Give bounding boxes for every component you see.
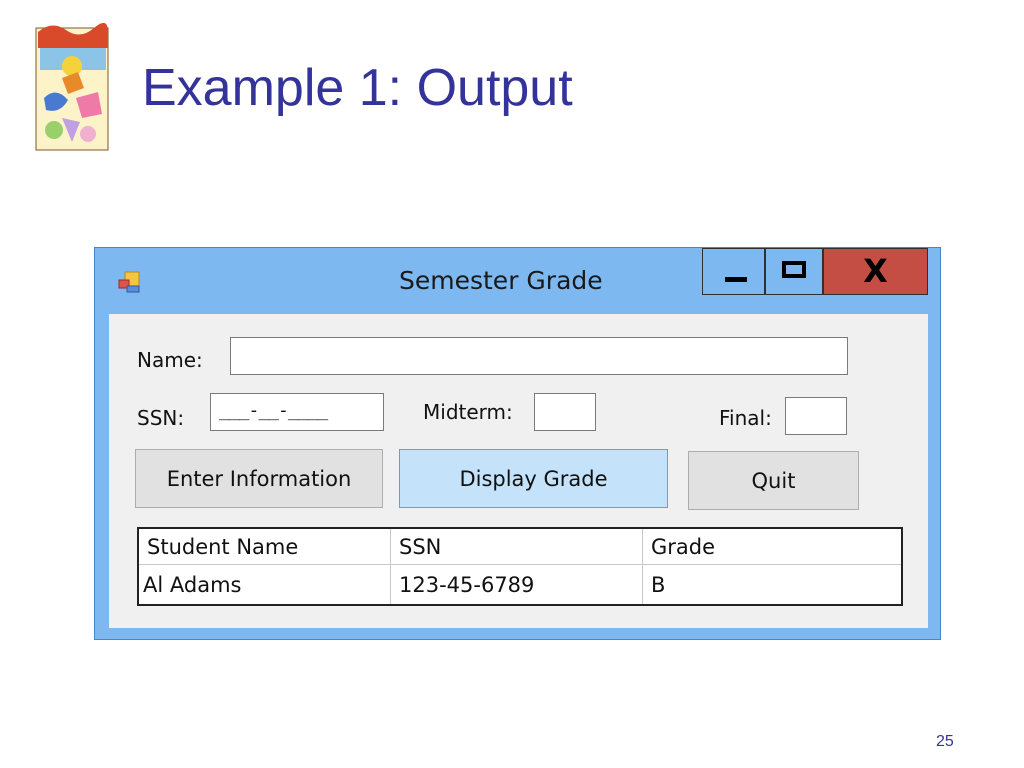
display-grade-button[interactable]: Display Grade (399, 449, 668, 508)
midterm-label: Midterm: (423, 400, 513, 424)
column-header-grade[interactable]: Grade (643, 529, 901, 565)
ssn-mask-text: ___-__-____ (219, 400, 328, 421)
name-label: Name: (137, 348, 203, 372)
minimize-icon (725, 277, 747, 282)
close-icon: X (863, 252, 888, 290)
app-icon (115, 268, 143, 296)
ssn-label: SSN: (137, 406, 185, 430)
table-cell-ssn[interactable]: 123-45-6789 (391, 565, 643, 604)
column-header-ssn[interactable]: SSN (391, 529, 643, 565)
close-button[interactable]: X (823, 248, 928, 295)
midterm-input[interactable] (534, 393, 596, 431)
column-header-student-name[interactable]: Student Name (139, 529, 391, 565)
quit-button[interactable]: Quit (688, 451, 859, 510)
table-cell-student-name[interactable]: Al Adams (139, 565, 391, 604)
table-cell-grade[interactable]: B (643, 565, 901, 604)
maximize-button[interactable] (765, 248, 823, 295)
slide-title: Example 1: Output (142, 59, 573, 117)
enter-information-button[interactable]: Enter Information (135, 449, 383, 508)
decorative-clipart (32, 18, 112, 154)
grades-grid[interactable]: Student Name SSN Grade Al Adams 123-45-6… (137, 527, 903, 606)
ssn-masked-input[interactable]: ___-__-____ (210, 393, 384, 431)
minimize-button[interactable] (702, 248, 765, 295)
window-title: Semester Grade (399, 266, 603, 295)
final-input[interactable] (785, 397, 847, 435)
page-number: 25 (936, 733, 954, 750)
form-client-area: Name: SSN: ___-__-____ Midterm: Final: E… (109, 314, 928, 628)
final-label: Final: (719, 406, 772, 430)
app-window: Semester Grade X Name: SSN: ___-__-____ … (94, 247, 941, 640)
name-input[interactable] (230, 337, 848, 375)
maximize-icon (782, 261, 806, 278)
